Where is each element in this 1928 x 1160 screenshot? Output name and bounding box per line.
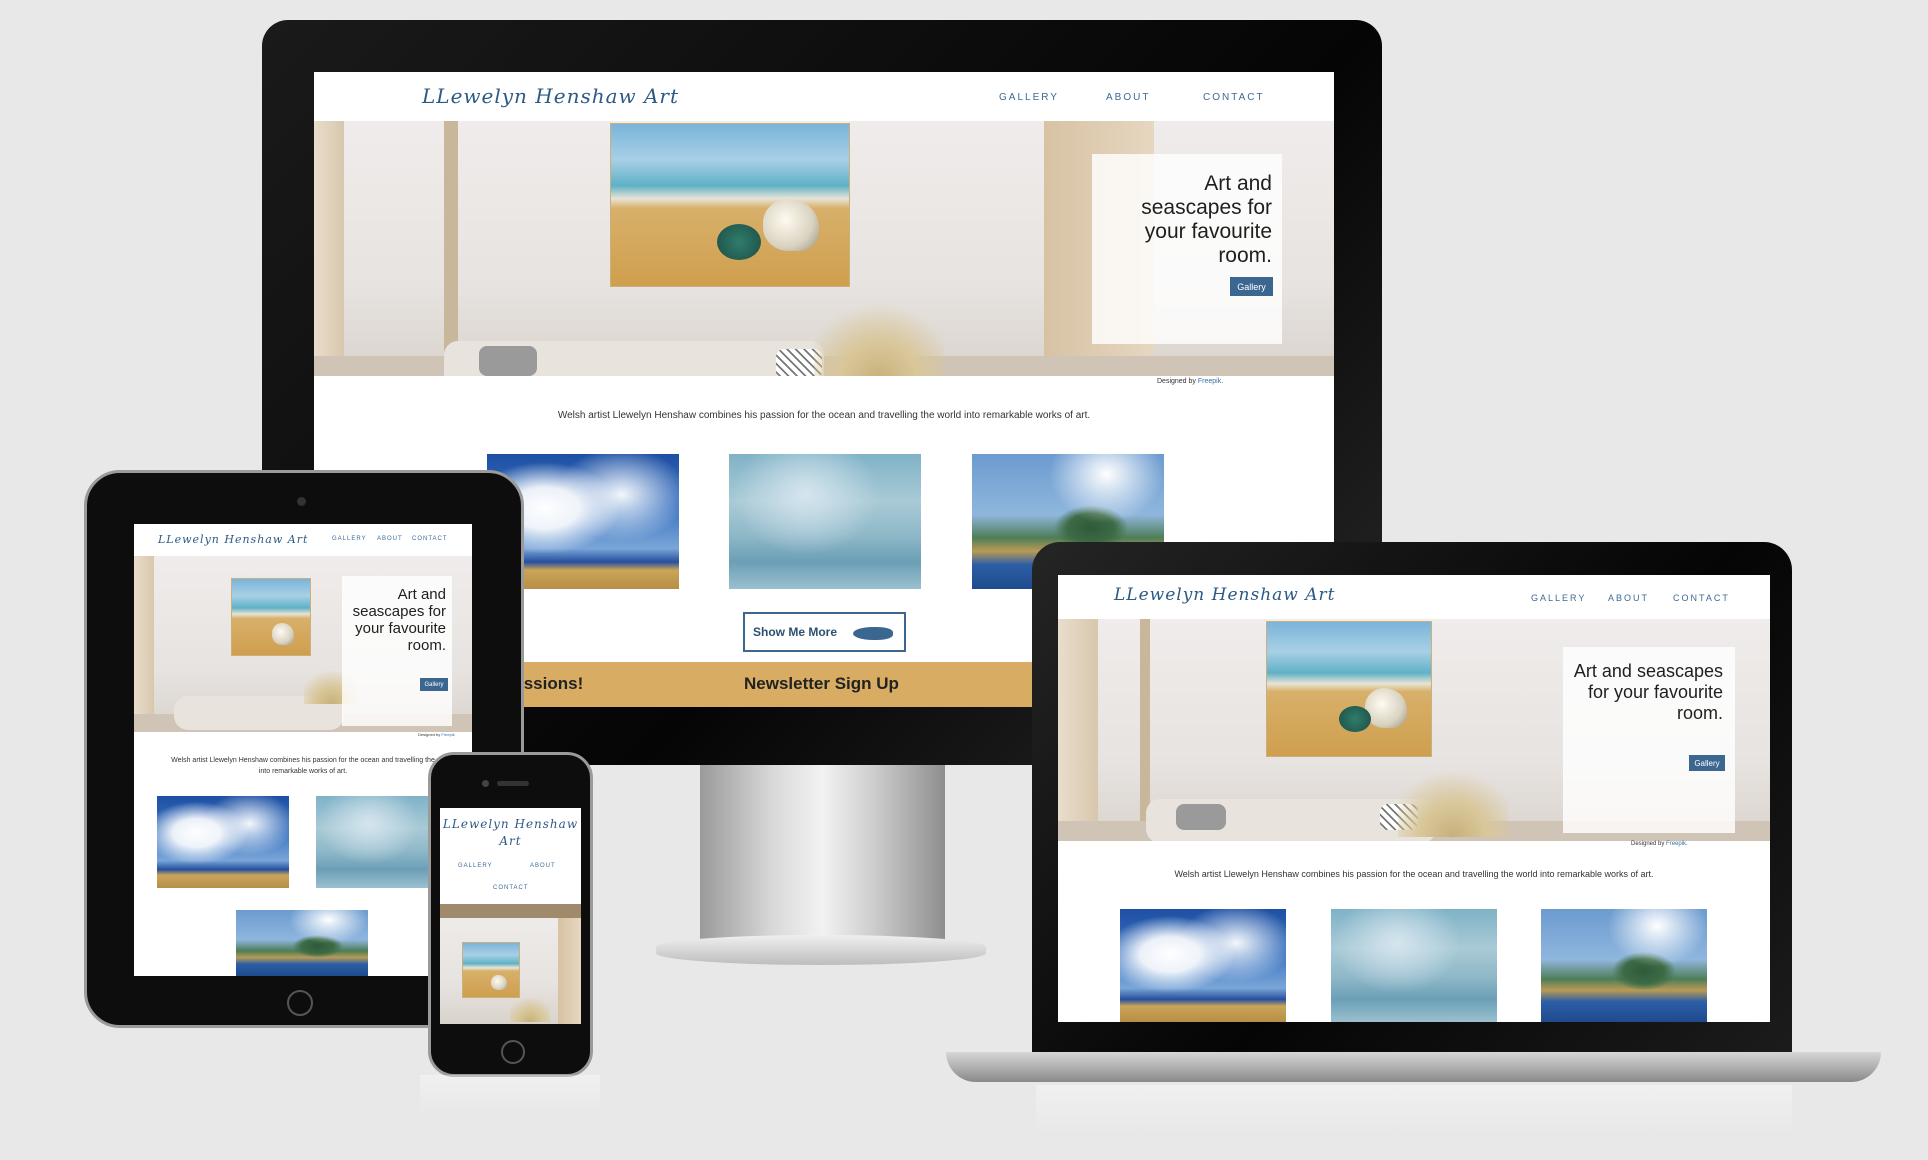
home-button-icon[interactable] bbox=[501, 1040, 525, 1064]
hero-image: Art and seascapes for your favourite roo… bbox=[314, 121, 1334, 376]
site-logo[interactable]: LLewelyn Henshaw Art bbox=[440, 816, 581, 850]
laptop-base bbox=[946, 1052, 1881, 1082]
nav-gallery[interactable]: GALLERY bbox=[999, 92, 1059, 103]
monitor-base bbox=[656, 935, 986, 965]
tablet-screen: LLewelyn Henshaw Art GALLERY ABOUT CONTA… bbox=[134, 524, 472, 976]
intro-text: Welsh artist Llewelyn Henshaw combines h… bbox=[134, 755, 472, 777]
painting-thumb-bay[interactable] bbox=[1541, 909, 1707, 1022]
home-button-icon[interactable] bbox=[287, 990, 313, 1016]
credit-prefix: Designed by bbox=[418, 732, 441, 737]
hero-headline: Art and seascapes for your favourite roo… bbox=[1573, 661, 1723, 723]
hero-image bbox=[440, 904, 581, 1024]
camera-icon bbox=[482, 780, 489, 787]
hero-gallery-button[interactable]: Gallery bbox=[420, 678, 448, 691]
nav-gallery[interactable]: GALLERY bbox=[1531, 593, 1586, 603]
site-logo[interactable]: LLewelyn Henshaw Art bbox=[1114, 585, 1335, 605]
hero-card: Art and seascapes for your favourite roo… bbox=[342, 576, 452, 726]
credit-freepik-link[interactable]: Freepik bbox=[441, 732, 454, 737]
hero-gallery-button[interactable]: Gallery bbox=[1689, 755, 1725, 771]
camera-icon bbox=[297, 497, 306, 506]
hero-painting bbox=[1266, 621, 1432, 757]
intro-line-2: into remarkable works of art. bbox=[258, 768, 348, 775]
intro-line-1: Welsh artist Llewelyn Henshaw combines h… bbox=[171, 757, 435, 764]
painting-thumb-clouds[interactable] bbox=[1120, 909, 1286, 1022]
image-credit: Designed by Freepik. bbox=[1157, 378, 1223, 385]
nav-about[interactable]: ABOUT bbox=[530, 863, 556, 869]
credit-prefix: Designed by bbox=[1631, 841, 1665, 847]
hero-image: Art and seascapes for your favourite roo… bbox=[134, 556, 472, 732]
nav-contact[interactable]: CONTACT bbox=[493, 885, 529, 891]
painting-thumb-clouds[interactable] bbox=[157, 796, 289, 888]
credit-suffix: . bbox=[1221, 378, 1224, 385]
credit-suffix: . bbox=[1686, 841, 1688, 847]
nav-gallery[interactable]: GALLERY bbox=[458, 863, 493, 869]
hero-headline: Art and seascapes for your favourite roo… bbox=[352, 586, 446, 654]
phone-screen: LLewelyn Henshaw Art GALLERY ABOUT CONTA… bbox=[440, 808, 581, 1024]
band-commissions[interactable]: issions! bbox=[519, 674, 583, 694]
nav-about[interactable]: ABOUT bbox=[1106, 92, 1150, 103]
image-credit: Designed by Freepik. bbox=[1631, 841, 1688, 847]
logo-line-2: Art bbox=[499, 834, 522, 848]
credit-freepik-link[interactable]: Freepik bbox=[1198, 378, 1221, 385]
laptop-screen: LLewelyn Henshaw Art GALLERY ABOUT CONTA… bbox=[1058, 575, 1770, 1022]
hero-card: Art and seascapes for your favourite roo… bbox=[1563, 647, 1735, 833]
painting-thumb-sea[interactable] bbox=[729, 454, 921, 589]
phone-reflection bbox=[420, 1075, 600, 1115]
painting-thumb-bay[interactable] bbox=[236, 910, 368, 976]
hero-painting bbox=[610, 123, 850, 287]
hero-headline: Art and seascapes for your favourite roo… bbox=[1141, 172, 1272, 267]
monitor-stand bbox=[700, 765, 945, 945]
hero-image: Art and seascapes for your favourite roo… bbox=[1058, 619, 1770, 841]
show-more-button[interactable]: Show Me More bbox=[743, 612, 906, 652]
nav-about[interactable]: ABOUT bbox=[1608, 593, 1649, 603]
laptop-reflection bbox=[1036, 1085, 1792, 1135]
band-newsletter[interactable]: Newsletter Sign Up bbox=[744, 674, 899, 694]
nav-gallery[interactable]: GALLERY bbox=[332, 536, 367, 542]
credit-freepik-link[interactable]: Freepik bbox=[1666, 841, 1686, 847]
intro-text: Welsh artist Llewelyn Henshaw combines h… bbox=[1174, 869, 1654, 879]
site-logo[interactable]: LLewelyn Henshaw Art bbox=[158, 533, 308, 546]
intro-text: Welsh artist Llewelyn Henshaw combines h… bbox=[557, 410, 1091, 421]
whale-icon bbox=[853, 627, 893, 640]
image-credit: Designed by Freepik bbox=[418, 732, 455, 737]
credit-prefix: Designed by bbox=[1157, 378, 1196, 385]
nav-contact[interactable]: CONTACT bbox=[412, 536, 448, 542]
painting-thumb-sea[interactable] bbox=[1331, 909, 1497, 1022]
hero-gallery-button[interactable]: Gallery bbox=[1230, 277, 1273, 296]
hero-painting bbox=[231, 578, 311, 656]
hero-card: Art and seascapes for your favourite roo… bbox=[1092, 154, 1282, 344]
hero-painting bbox=[462, 942, 520, 998]
logo-line-1: LLewelyn Henshaw bbox=[442, 817, 579, 831]
nav-contact[interactable]: CONTACT bbox=[1673, 593, 1730, 603]
speaker-grille bbox=[497, 781, 529, 786]
nav-about[interactable]: ABOUT bbox=[377, 536, 403, 542]
site-logo[interactable]: LLewelyn Henshaw Art bbox=[422, 84, 679, 108]
nav-contact[interactable]: CONTACT bbox=[1203, 92, 1265, 103]
show-more-label: Show Me More bbox=[753, 625, 838, 639]
